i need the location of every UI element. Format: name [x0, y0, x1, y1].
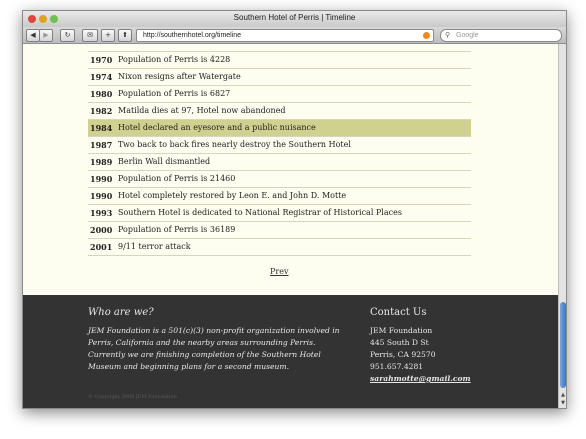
timeline-year: 1987 [90, 140, 113, 150]
scrollbar-thumb[interactable] [560, 302, 566, 388]
contact-name: JEM Foundation [370, 326, 433, 335]
copyright-text: © Copyright 2008 JEM Foundation [88, 394, 177, 400]
timeline-year: 1970 [90, 55, 113, 65]
site-footer: Who are we? JEM Foundation is a 501(c)(3… [23, 295, 558, 408]
search-input[interactable]: ⚲ Google [440, 29, 562, 42]
reload-button[interactable]: ↻ [60, 29, 75, 42]
timeline-event: Population of Perris is 36189 [118, 225, 236, 234]
timeline-event: 9/11 terror attack [118, 242, 191, 251]
timeline-event: Berlin Wall dismantled [118, 157, 211, 166]
forward-button[interactable]: ▶ [39, 29, 53, 42]
timeline-row: 2001 9/11 terror attack [88, 239, 471, 256]
page-content: 1970 Population of Perris is 4228 1974 N… [23, 44, 558, 295]
forward-arrow-icon: ▶ [43, 31, 49, 39]
contact-info: JEM Foundation 445 South D St Perris, CA… [370, 325, 471, 385]
title-bar: Southern Hotel of Perris | Timeline [23, 11, 566, 28]
add-bookmark-button[interactable]: + [101, 29, 115, 42]
search-placeholder: Google [456, 32, 479, 39]
prev-link[interactable]: Prev [270, 267, 288, 276]
browser-toolbar: ◀ ▶ ↻ ✉ + ⬆ http://southernhotel.org/tim… [23, 27, 566, 44]
contact-city: Perris, CA 92570 [370, 350, 436, 359]
timeline-row: 1980 Population of Perris is 6827 [88, 86, 471, 103]
address-bar[interactable]: http://southernhotel.org/timeline [136, 29, 434, 42]
timeline-year: 1982 [90, 106, 113, 116]
back-arrow-icon: ◀ [30, 31, 36, 39]
contact-heading: Contact Us [370, 307, 427, 318]
scroll-up-arrow-icon[interactable]: ▲ [559, 392, 566, 399]
plus-icon: + [105, 31, 111, 39]
timeline-event: Hotel completely restored by Leon E. and… [118, 191, 347, 200]
timeline-row: 1989 Berlin Wall dismantled [88, 154, 471, 171]
url-text: http://southernhotel.org/timeline [143, 32, 242, 39]
timeline-event: Southern Hotel is dedicated to National … [118, 208, 402, 217]
timeline-year: 1989 [90, 157, 113, 167]
rss-icon[interactable] [423, 32, 430, 39]
search-icon: ⚲ [445, 32, 451, 39]
timeline-event: Matilda dies at 97, Hotel now abandoned [118, 106, 286, 115]
window-title: Southern Hotel of Perris | Timeline [233, 13, 356, 22]
vertical-scrollbar[interactable]: ▲ ▼ [558, 44, 566, 408]
timeline-row: 1990 Hotel completely restored by Leon E… [88, 188, 471, 205]
browser-window: Southern Hotel of Perris | Timeline ◀ ▶ … [22, 10, 567, 409]
timeline-row: 1970 Population of Perris is 4228 [88, 52, 471, 69]
timeline-event: Population of Perris is 6827 [118, 89, 231, 98]
reload-icon: ↻ [64, 31, 71, 39]
timeline-year: 1990 [90, 191, 113, 201]
contact-street: 445 South D St [370, 338, 429, 347]
contact-email-link[interactable]: sarahmotte@gmail.com [370, 373, 471, 385]
timeline-event: Hotel declared an eyesore and a public n… [118, 123, 316, 132]
timeline-year: 1980 [90, 89, 113, 99]
timeline-year: 2000 [90, 225, 113, 235]
timeline-event: Two back to back fires nearly destroy th… [118, 140, 351, 149]
timeline-event: Nixon resigns after Watergate [118, 72, 241, 81]
timeline-event: Population of Perris is 4228 [118, 55, 231, 64]
timeline-year: 2001 [90, 242, 113, 252]
timeline-row: 1993 Southern Hotel is dedicated to Nati… [88, 205, 471, 222]
timeline-year: 1993 [90, 208, 113, 218]
scroll-down-arrow-icon[interactable]: ▼ [559, 400, 566, 407]
contact-phone: 951.657.4281 [370, 362, 424, 371]
bookmark-icon: ✉ [87, 31, 93, 39]
timeline-row: 1990 Population of Perris is 21460 [88, 171, 471, 188]
about-text: JEM Foundation is a 501(c)(3) non-profit… [88, 326, 340, 371]
timeline-row-highlighted: 1984 Hotel declared an eyesore and a pub… [88, 120, 471, 137]
timeline-year: 1984 [90, 123, 113, 133]
back-button[interactable]: ◀ [26, 29, 40, 42]
timeline-row: 1974 Nixon resigns after Watergate [88, 69, 471, 86]
share-button[interactable]: ⬆ [118, 29, 132, 42]
timeline-row-cut-off [88, 44, 471, 52]
about-heading: Who are we? [88, 307, 154, 318]
timeline-year: 1990 [90, 174, 113, 184]
bookmark-button[interactable]: ✉ [82, 29, 98, 42]
share-icon: ⬆ [122, 31, 128, 39]
timeline-year: 1974 [90, 72, 113, 82]
timeline-row: 1987 Two back to back fires nearly destr… [88, 137, 471, 154]
timeline-row: 1982 Matilda dies at 97, Hotel now aband… [88, 103, 471, 120]
timeline-event: Population of Perris is 21460 [118, 174, 236, 183]
timeline-table: 1970 Population of Perris is 4228 1974 N… [88, 44, 471, 256]
timeline-row: 2000 Population of Perris is 36189 [88, 222, 471, 239]
